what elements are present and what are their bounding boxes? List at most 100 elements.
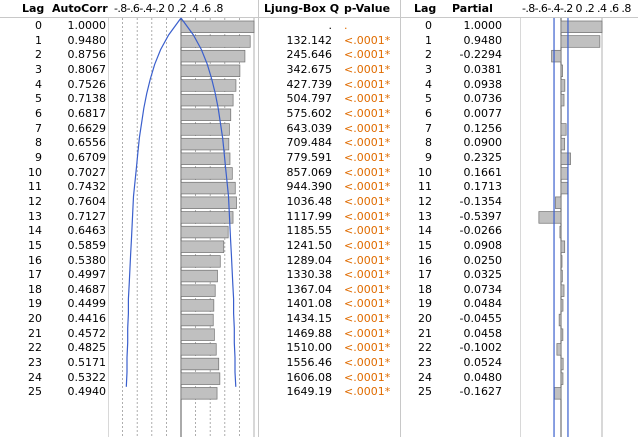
partial-value: 0.9480 xyxy=(463,33,503,47)
autocorr-value: 0.4499 xyxy=(67,297,107,311)
lag-value: 24 xyxy=(28,370,42,384)
bar-lag-17 xyxy=(180,269,218,283)
bar-lag-18 xyxy=(180,284,216,297)
ljung-box-q-value: 1649.19 xyxy=(286,385,333,399)
partial-value: 0.0908 xyxy=(463,238,503,252)
ljung-box-q-value: 1606.08 xyxy=(286,370,333,384)
p-value: <.0001* xyxy=(344,282,391,296)
partial-value: 0.0077 xyxy=(463,106,503,120)
ljung-box-q-value: 643.039 xyxy=(286,121,333,135)
p-value: <.0001* xyxy=(344,48,391,62)
partial-value: -0.2294 xyxy=(459,48,502,62)
ljung-box-q-value: 1556.46 xyxy=(286,356,333,370)
bar-lag-2 xyxy=(551,49,562,63)
bar-lag-8 xyxy=(560,137,566,151)
lag-value: 9 xyxy=(425,150,432,164)
p-value: <.0001* xyxy=(344,297,391,311)
ljung-box-q-value: 342.675 xyxy=(286,62,333,76)
lag-value: 5 xyxy=(35,92,42,106)
autocorr-value: 0.4940 xyxy=(67,385,107,399)
bar-lag-18 xyxy=(560,284,565,297)
bar-lag-22 xyxy=(180,343,217,356)
partial-value: -0.5397 xyxy=(459,209,502,223)
ljung-box-q-value: . xyxy=(328,19,333,32)
p-value: <.0001* xyxy=(344,385,391,399)
lag-value: 8 xyxy=(425,136,432,150)
partial-value: 1.0000 xyxy=(463,19,503,32)
lag-value: 20 xyxy=(28,312,42,326)
ljung-box-q-value: 1469.88 xyxy=(286,326,333,340)
ljung-box-q-value: 1330.38 xyxy=(286,268,333,282)
autocorr-value: 0.7138 xyxy=(67,92,107,106)
bar-lag-13 xyxy=(538,211,562,224)
column-separator xyxy=(258,0,259,437)
partial-column: 1.0000 0.9480 -0.2294 0.0381 0.0938 0.0736 0.0… xyxy=(446,19,502,400)
autocorr-value: 0.7027 xyxy=(67,165,107,179)
ljung-box-q-value: 709.484 xyxy=(286,136,333,150)
ljung-box-q-value: 1289.04 xyxy=(286,253,333,267)
autocorr-value: 0.5322 xyxy=(67,370,107,384)
ljung-box-q-value: 1117.99 xyxy=(286,209,333,223)
p-value: <.0001* xyxy=(344,136,391,150)
p-value: <.0001* xyxy=(344,356,391,370)
lag-value: 20 xyxy=(418,312,432,326)
autocorrelation-plot xyxy=(108,17,255,437)
lag-value: 15 xyxy=(418,238,432,252)
header-partial: Partial xyxy=(452,2,493,15)
ljung-box-q-column: . 132.142 245.646 342.675 427.739 504.797 575.… xyxy=(250,19,333,400)
bar-lag-4 xyxy=(560,79,566,92)
lag-value: 1 xyxy=(35,33,42,47)
lag-value: 1 xyxy=(425,33,432,47)
autocorr-value: 0.5859 xyxy=(67,238,107,252)
partial-value: 0.0458 xyxy=(463,326,503,340)
bar-lag-5 xyxy=(180,93,234,107)
autocorr-column: 1.0000 0.9480 0.8756 0.8067 0.7526 0.7138 0.68… xyxy=(56,19,107,400)
column-separator xyxy=(400,0,401,437)
lag-value: 21 xyxy=(418,326,432,340)
lag-value: 6 xyxy=(35,106,42,120)
autocorr-value: 0.8756 xyxy=(67,48,107,62)
bar-lag-0 xyxy=(180,20,255,34)
partial-value: 0.0524 xyxy=(463,356,503,370)
autocorr-value: 0.4687 xyxy=(67,282,107,296)
p-value: <.0001* xyxy=(344,33,391,47)
lag-value: 2 xyxy=(35,48,42,62)
p-value: <.0001* xyxy=(344,77,391,91)
partial-value: 0.1256 xyxy=(463,121,503,135)
p-value: <.0001* xyxy=(344,268,391,282)
ljung-box-q-value: 857.069 xyxy=(286,165,333,179)
bar-lag-17 xyxy=(560,269,563,283)
lag-value: 14 xyxy=(418,224,432,238)
p-value: . xyxy=(344,19,348,32)
p-value: <.0001* xyxy=(344,341,391,355)
lag-value: 23 xyxy=(418,356,432,370)
p-value: <.0001* xyxy=(344,326,391,340)
lag-value: 22 xyxy=(28,341,42,355)
partial-value: -0.1354 xyxy=(459,194,502,208)
lag-value: 0 xyxy=(35,19,42,32)
bar-lag-1 xyxy=(180,35,251,48)
bar-lag-22 xyxy=(556,343,562,356)
lag-value: 3 xyxy=(35,62,42,76)
p-value: <.0001* xyxy=(344,194,391,208)
ljung-box-q-value: 1367.04 xyxy=(286,282,333,296)
bar-lag-0 xyxy=(560,20,603,34)
lag-value: 21 xyxy=(28,326,42,340)
lag-value: 19 xyxy=(418,297,432,311)
bar-lag-10 xyxy=(560,167,569,180)
ljung-box-q-value: 1185.55 xyxy=(286,224,333,238)
lag-value: 15 xyxy=(28,238,42,252)
partial-value: -0.1002 xyxy=(459,341,502,355)
partial-value: -0.0455 xyxy=(459,312,502,326)
p-value: <.0001* xyxy=(344,92,391,106)
autocorr-value: 0.6629 xyxy=(67,121,107,135)
lag-value: 18 xyxy=(28,282,42,296)
autocorr-value: 0.6556 xyxy=(67,136,107,150)
p-value: <.0001* xyxy=(344,312,391,326)
ljung-box-q-value: 1241.50 xyxy=(286,238,333,252)
autocorr-value: 0.7127 xyxy=(67,209,107,223)
bar-lag-13 xyxy=(180,211,234,224)
bar-lag-16 xyxy=(180,255,221,268)
partial-value: 0.0900 xyxy=(463,136,503,150)
lag-value: 12 xyxy=(418,194,432,208)
